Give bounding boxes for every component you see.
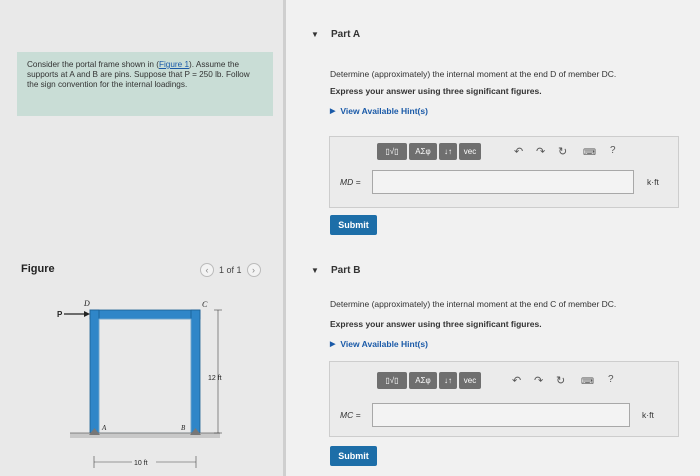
chevron-left-icon[interactable]: ‹ [200, 263, 214, 277]
reset-icon[interactable]: ↻ [556, 374, 565, 387]
vec-button[interactable]: vec [459, 372, 481, 389]
figure-page-text: 1 of 1 [219, 265, 242, 275]
part-b-hint-text: View Available Hint(s) [340, 339, 428, 349]
part-b-hint-link[interactable]: ▶ View Available Hint(s) [330, 339, 428, 349]
part-b-answer-label: MC = [340, 410, 361, 420]
part-b-instruction: Express your answer using three signific… [330, 319, 542, 329]
greek-button[interactable]: ΑΣφ [409, 143, 437, 160]
chevron-right-icon[interactable]: › [246, 263, 261, 277]
undo-icon[interactable]: ↶ [514, 145, 523, 158]
portal-frame-figure: P D C A B 12 ft 10 ft [40, 290, 280, 475]
part-a-collapse-icon[interactable]: ▼ [311, 30, 319, 39]
label-a: A [101, 424, 107, 432]
part-a-answer-box: ▯√▯ ΑΣφ ↓↑ vec ↶ ↷ ↻ ⌨ ? MD = k·ft [329, 136, 679, 208]
part-b-title[interactable]: Part B [331, 265, 360, 276]
left-panel: Consider the portal frame shown in (Figu… [0, 0, 283, 476]
keyboard-icon[interactable]: ⌨ [581, 376, 594, 387]
caret-right-icon: ▶ [330, 341, 336, 348]
template-button[interactable]: ▯√▯ [377, 143, 407, 160]
part-a-hint-link[interactable]: ▶ View Available Hint(s) [330, 106, 428, 116]
caret-right-icon: ▶ [330, 108, 336, 115]
help-button[interactable]: ? [610, 145, 616, 156]
part-a-unit: k·ft [647, 177, 659, 187]
part-b-answer-box: ▯√▯ ΑΣφ ↓↑ vec ↶ ↷ ↻ ⌨ ? MC = k·ft [329, 361, 679, 437]
figure-pager: ‹ 1 of 1 › [200, 263, 261, 277]
right-panel: ▼ Part A Determine (approximately) the i… [286, 0, 700, 476]
vec-button[interactable]: vec [459, 143, 481, 160]
keyboard-icon[interactable]: ⌨ [583, 147, 596, 158]
part-b-unit: k·ft [642, 410, 654, 420]
frame-right-column [190, 309, 201, 434]
label-p: P [57, 310, 63, 319]
sort-button[interactable]: ↓↑ [439, 372, 457, 389]
label-d: D [83, 299, 90, 308]
label-width: 10 ft [134, 460, 148, 467]
part-b-collapse-icon[interactable]: ▼ [311, 266, 319, 275]
redo-icon[interactable]: ↷ [536, 145, 545, 158]
part-a-question: Determine (approximately) the internal m… [330, 69, 617, 79]
undo-icon[interactable]: ↶ [512, 374, 521, 387]
greek-button[interactable]: ΑΣφ [409, 372, 437, 389]
redo-icon[interactable]: ↷ [534, 374, 543, 387]
label-b: B [181, 424, 186, 432]
label-c: C [202, 300, 208, 309]
part-b-submit-button[interactable]: Submit [330, 446, 377, 466]
part-b-answer-input[interactable] [372, 403, 630, 427]
help-button[interactable]: ? [608, 374, 614, 385]
problem-statement: Consider the portal frame shown in (Figu… [17, 52, 273, 116]
portal-frame-diagram: P D C A B 12 ft 10 ft [57, 299, 222, 468]
part-a-title[interactable]: Part A [331, 29, 360, 40]
template-button[interactable]: ▯√▯ [377, 372, 407, 389]
part-b-question: Determine (approximately) the internal m… [330, 299, 617, 309]
reset-icon[interactable]: ↻ [558, 145, 567, 158]
part-a-instruction: Express your answer using three signific… [330, 86, 542, 96]
part-b-toolbar: ▯√▯ ΑΣφ ↓↑ vec [377, 372, 481, 389]
figure-link[interactable]: Figure 1 [159, 60, 189, 69]
label-height: 12 ft [208, 375, 222, 382]
frame-left-column [89, 309, 100, 434]
part-a-answer-label: MD = [340, 177, 361, 187]
figure-title: Figure [21, 263, 55, 275]
problem-text-before: Consider the portal frame shown in ( [27, 60, 159, 69]
sort-button[interactable]: ↓↑ [439, 143, 457, 160]
part-a-toolbar: ▯√▯ ΑΣφ ↓↑ vec [377, 143, 481, 160]
frame-beam [89, 309, 201, 320]
part-a-answer-input[interactable] [372, 170, 634, 194]
part-a-submit-button[interactable]: Submit [330, 215, 377, 235]
part-a-hint-text: View Available Hint(s) [340, 106, 428, 116]
